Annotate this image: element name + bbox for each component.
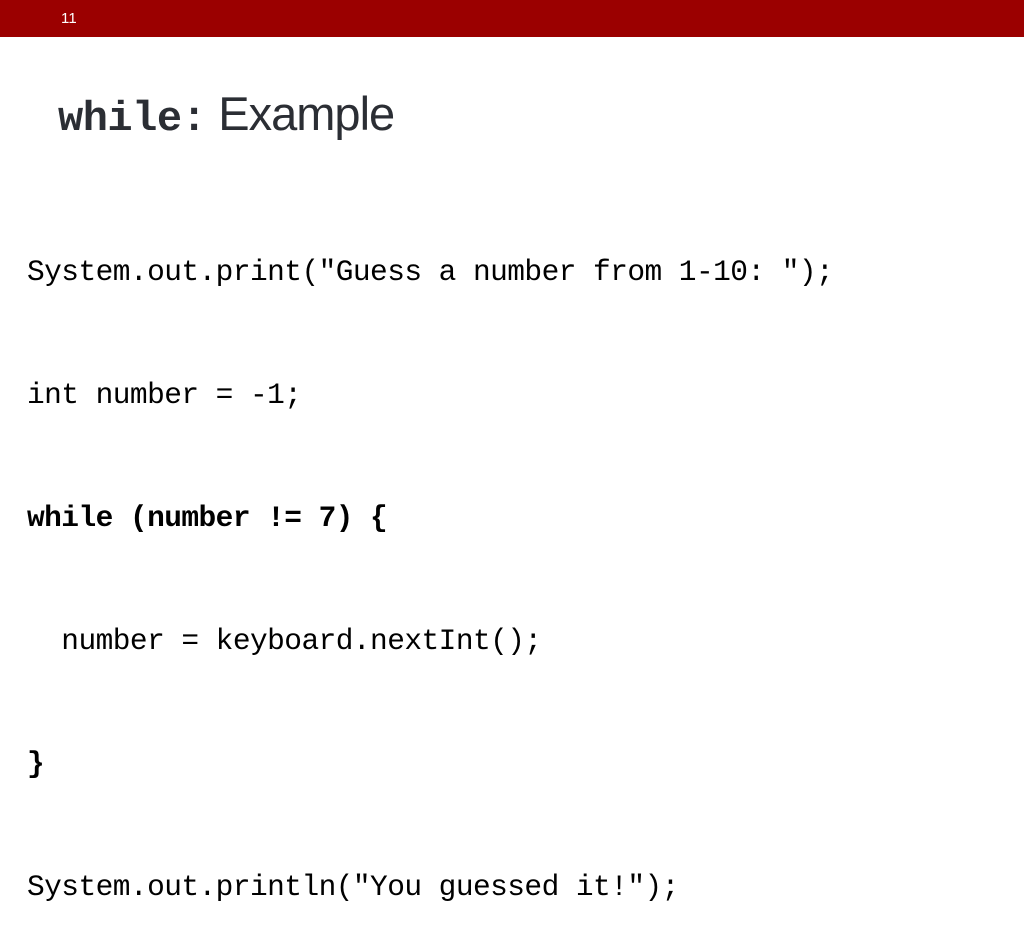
slide-number: 11 <box>61 10 77 27</box>
page-title: while: Example <box>58 86 395 154</box>
slide-header-bar: 11 <box>0 0 1024 37</box>
code-line: int number = -1; <box>27 378 302 412</box>
code-line: number = keyboard.nextInt(); <box>27 624 542 658</box>
code-line: System.out.println("You guessed it!"); <box>27 870 679 904</box>
code-block: System.out.print("Guess a number from 1-… <box>27 170 1007 949</box>
page-title-suffix: Example <box>206 87 395 140</box>
code-line: } <box>27 747 45 781</box>
page-title-keyword: while: <box>58 95 207 143</box>
code-line: System.out.print("Guess a number from 1-… <box>27 255 834 289</box>
code-line: while (number != 7) { <box>27 501 388 535</box>
